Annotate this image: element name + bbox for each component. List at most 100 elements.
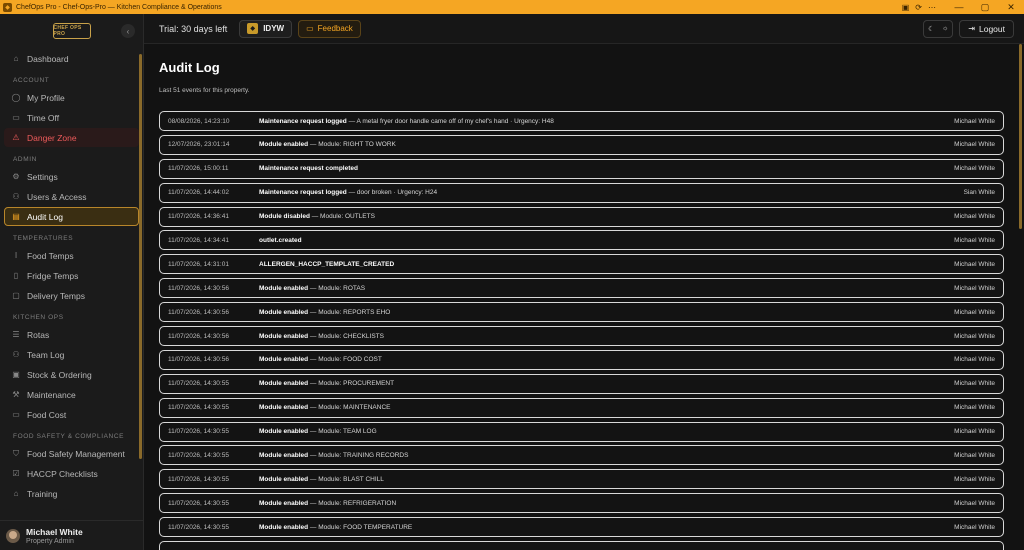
sidebar-item-haccp-checklists[interactable]: ☑ HACCP Checklists bbox=[4, 464, 139, 483]
row-timestamp: 11/07/2026, 14:44:02 bbox=[168, 189, 229, 197]
window-titlebar: ◆ ChefOps Pro - Chef-Ops-Pro — Kitchen C… bbox=[0, 0, 1024, 14]
sidebar-item-users-access[interactable]: ⚇ Users & Access bbox=[4, 187, 139, 206]
row-action: Module enabled bbox=[259, 141, 309, 149]
table-row[interactable]: 11/07/2026, 14:30:55 Module enabled — Mod… bbox=[159, 397, 1004, 418]
page-title: Audit Log bbox=[159, 60, 220, 75]
row-user: Michael White bbox=[954, 356, 995, 364]
row-timestamp: 11/07/2026, 14:30:55 bbox=[168, 475, 229, 483]
row-timestamp: 11/07/2026, 14:34:41 bbox=[168, 236, 229, 244]
row-detail: — Module: REPORTS EHO bbox=[308, 308, 391, 316]
sidebar-item-stock-ordering[interactable]: ▣ Stock & Ordering bbox=[4, 365, 139, 384]
sidebar-item-training[interactable]: ⌂ Training bbox=[4, 484, 139, 503]
row-user: Michael White bbox=[954, 213, 995, 221]
sidebar-item-label: My Profile bbox=[27, 92, 65, 103]
sidebar-item-danger-zone[interactable]: ⚠ Danger Zone bbox=[4, 128, 139, 147]
user-icon: ◯ bbox=[11, 93, 21, 102]
row-timestamp: 11/07/2026, 15:00:11 bbox=[168, 165, 229, 173]
table-row[interactable] bbox=[159, 541, 1004, 550]
row-timestamp: 11/07/2026, 14:30:55 bbox=[168, 428, 229, 436]
table-row[interactable]: 11/07/2026, 14:36:41 Module disabled — Mo… bbox=[159, 206, 1004, 227]
row-timestamp: 11/07/2026, 14:30:56 bbox=[168, 356, 229, 364]
row-timestamp: 11/07/2026, 14:30:55 bbox=[168, 380, 229, 388]
row-action: Module enabled bbox=[259, 332, 309, 340]
section-label-admin: ADMIN bbox=[13, 156, 37, 163]
row-action: Module enabled bbox=[259, 380, 309, 388]
fridge-icon: ▯ bbox=[13, 271, 19, 280]
sidebar-item-delivery-temps[interactable]: ▢ Delivery Temps bbox=[4, 286, 139, 305]
row-user: Michael White bbox=[954, 499, 995, 507]
row-detail: — Module: TEAM LOG bbox=[308, 428, 377, 436]
row-user: Michael White bbox=[954, 308, 995, 316]
table-row[interactable]: 11/07/2026, 14:30:55 Module enabled — Mod… bbox=[159, 445, 1004, 466]
table-row[interactable]: 08/08/2026, 14:23:10 Maintenance request … bbox=[159, 111, 1004, 131]
sidebar-item-rotas[interactable]: ☰ Rotas bbox=[4, 325, 139, 344]
table-row[interactable]: 11/07/2026, 14:44:02 Maintenance request … bbox=[159, 182, 1004, 203]
row-description: Maintenance request logged — door broken… bbox=[259, 189, 964, 196]
sidebar-item-food-temps[interactable]: ǀ Food Temps bbox=[4, 246, 139, 265]
wrench-icon: ⚒ bbox=[12, 390, 20, 399]
row-description: Module enabled — Module: REFRIGERATION bbox=[259, 500, 954, 507]
table-row[interactable]: 12/07/2026, 23:01:14 Module enabled — Mod… bbox=[159, 134, 1004, 155]
row-detail: — Module: FOOD TEMPERATURE bbox=[308, 523, 413, 531]
table-row[interactable]: 11/07/2026, 14:30:56 Module enabled — Mod… bbox=[159, 326, 1004, 347]
row-action: ALLERGEN_HACCP_TEMPLATE_CREATED bbox=[259, 260, 395, 268]
moon-icon[interactable]: ☾ bbox=[928, 25, 934, 33]
feedback-button[interactable]: ▭ Feedback bbox=[298, 19, 361, 38]
row-timestamp: 12/07/2026, 23:01:14 bbox=[168, 141, 230, 149]
logo[interactable]: CHEF OPS PRO bbox=[52, 20, 92, 42]
row-detail: — Module: MAINTENANCE bbox=[308, 404, 391, 412]
topbar-actions: ☾ ☼ ⇥ Logout bbox=[923, 19, 1014, 38]
page-subtitle: Last 51 events for this property. bbox=[159, 87, 250, 94]
table-row[interactable]: 11/07/2026, 14:30:55 Module enabled — Mod… bbox=[159, 421, 1004, 442]
row-timestamp: 11/07/2026, 14:30:55 bbox=[168, 404, 229, 412]
sun-icon[interactable]: ☼ bbox=[942, 25, 948, 32]
table-row[interactable]: 11/07/2026, 14:30:56 Module enabled — Mod… bbox=[159, 278, 1004, 299]
property-switcher[interactable]: ◆ IDYW bbox=[239, 19, 293, 38]
sidebar-item-settings[interactable]: ⚙ Settings bbox=[4, 167, 139, 186]
table-row[interactable]: 11/07/2026, 14:31:01 ALLERGEN_HACCP_TEMPL… bbox=[159, 254, 1004, 275]
collapse-sidebar-button[interactable]: ‹ bbox=[121, 24, 135, 38]
screen-share-icon[interactable]: ▣ bbox=[902, 3, 910, 12]
sidebar-item-my-profile[interactable]: ◯ My Profile bbox=[4, 88, 139, 107]
row-description: Maintenance request logged — A metal fry… bbox=[259, 118, 954, 125]
row-detail: — Module: PROCUREMENT bbox=[308, 380, 395, 388]
sidebar-item-audit-log[interactable]: ▤ Audit Log bbox=[4, 207, 139, 226]
sidebar-item-maintenance[interactable]: ⚒ Maintenance bbox=[4, 385, 139, 404]
property-logo-icon: ◆ bbox=[247, 23, 259, 34]
row-description: Module enabled — Module: MAINTENANCE bbox=[259, 404, 954, 411]
sync-icon[interactable]: ⟳ bbox=[915, 3, 922, 12]
checklist-icon: ☑ bbox=[12, 469, 20, 478]
theme-toggle[interactable]: ☾ ☼ bbox=[923, 19, 954, 38]
package-icon: ▣ bbox=[12, 370, 20, 379]
sidebar-item-team-log[interactable]: ⚇ Team Log bbox=[4, 345, 139, 364]
sidebar-item-food-safety-management[interactable]: ⛉ Food Safety Management bbox=[4, 444, 139, 463]
row-description: Module enabled — Module: ROTAS bbox=[259, 285, 954, 292]
sidebar-item-time-off[interactable]: ▭ Time Off bbox=[4, 108, 139, 127]
main-scrollbar[interactable] bbox=[1019, 44, 1022, 229]
table-row[interactable]: 11/07/2026, 14:30:55 Module enabled — Mod… bbox=[159, 469, 1004, 490]
close-button[interactable]: ✕ bbox=[998, 2, 1024, 13]
main-content: Audit Log Last 51 events for this proper… bbox=[144, 44, 1018, 550]
logout-button[interactable]: ⇥ Logout bbox=[959, 19, 1014, 38]
table-row[interactable]: 11/07/2026, 14:30:55 Module enabled — Mod… bbox=[159, 517, 1004, 538]
sidebar-item-food-cost[interactable]: ▭ Food Cost bbox=[4, 405, 139, 424]
row-action: Module enabled bbox=[259, 404, 309, 412]
sidebar-scrollbar[interactable] bbox=[139, 54, 142, 459]
table-row[interactable]: 11/07/2026, 14:30:55 Module enabled — Mod… bbox=[159, 493, 1004, 514]
table-row[interactable]: 11/07/2026, 15:00:11 Maintenance request … bbox=[159, 158, 1004, 179]
sidebar-item-dashboard[interactable]: ⌂ Dashboard bbox=[4, 49, 139, 68]
row-user: Michael White bbox=[954, 332, 995, 340]
row-description: Module enabled — Module: TEAM LOG bbox=[259, 428, 954, 435]
table-row[interactable]: 11/07/2026, 14:34:41 outlet.created Michae… bbox=[159, 230, 1004, 251]
table-row[interactable]: 11/07/2026, 14:30:55 Module enabled — Mod… bbox=[159, 373, 1004, 394]
minimize-button[interactable]: — bbox=[946, 2, 972, 12]
sidebar-item-fridge-temps[interactable]: ▯ Fridge Temps bbox=[4, 266, 139, 285]
row-timestamp: 11/07/2026, 14:30:55 bbox=[168, 523, 229, 531]
table-row[interactable]: 11/07/2026, 14:30:56 Module enabled — Mod… bbox=[159, 349, 1004, 370]
user-card[interactable]: Michael White Property Admin bbox=[0, 520, 143, 550]
maximize-button[interactable]: ▢ bbox=[972, 2, 998, 13]
sidebar-item-label: Maintenance bbox=[27, 389, 76, 400]
row-timestamp: 11/07/2026, 14:30:56 bbox=[168, 284, 229, 292]
table-row[interactable]: 11/07/2026, 14:30:56 Module enabled — Mod… bbox=[159, 302, 1004, 323]
more-icon[interactable]: ⋯ bbox=[928, 3, 936, 12]
